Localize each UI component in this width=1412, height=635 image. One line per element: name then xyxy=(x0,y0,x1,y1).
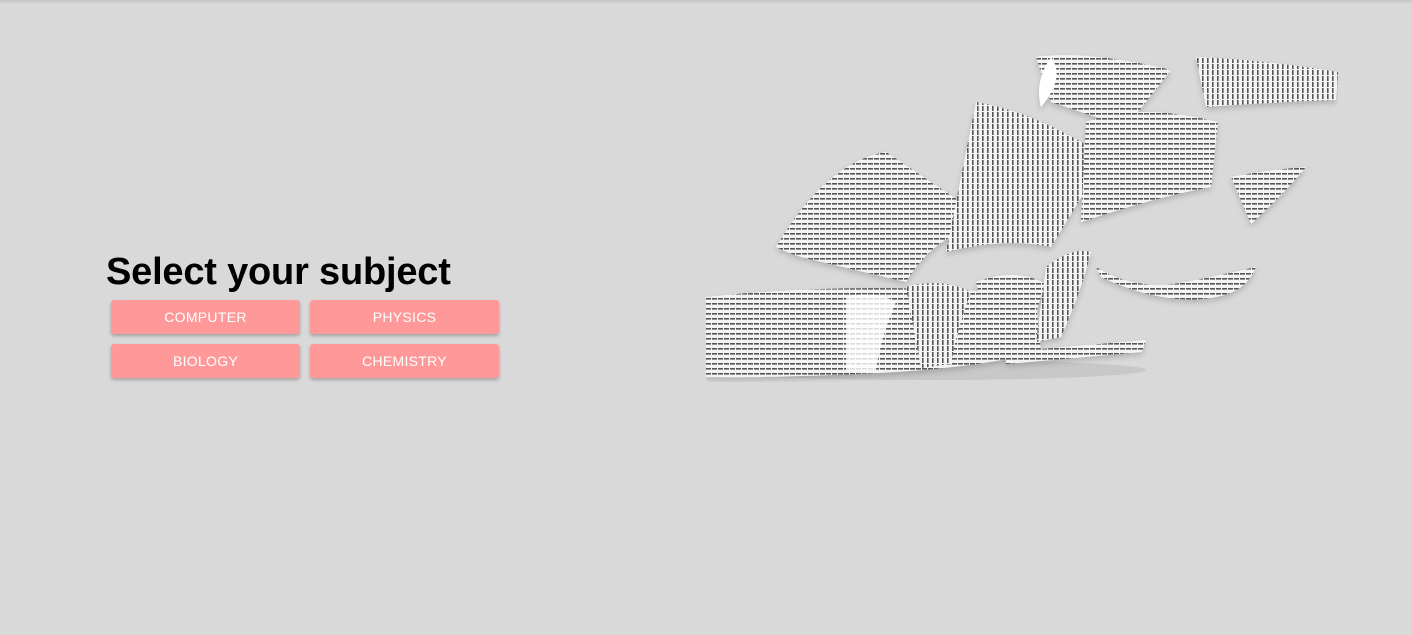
page-title: Select your subject xyxy=(106,251,451,293)
top-shadow xyxy=(0,0,1412,4)
chemistry-button[interactable]: CHEMISTRY xyxy=(310,344,499,378)
paper-stack xyxy=(706,251,1146,378)
biology-button[interactable]: BIOLOGY xyxy=(111,344,300,378)
subject-button-grid: COMPUTER PHYSICS BIOLOGY CHEMISTRY xyxy=(111,300,506,378)
subject-panel: Select your subject COMPUTER PHYSICS BIO… xyxy=(106,250,506,378)
physics-button[interactable]: PHYSICS xyxy=(310,300,499,334)
computer-button[interactable]: COMPUTER xyxy=(111,300,300,334)
flying-papers-illustration xyxy=(706,55,1338,380)
